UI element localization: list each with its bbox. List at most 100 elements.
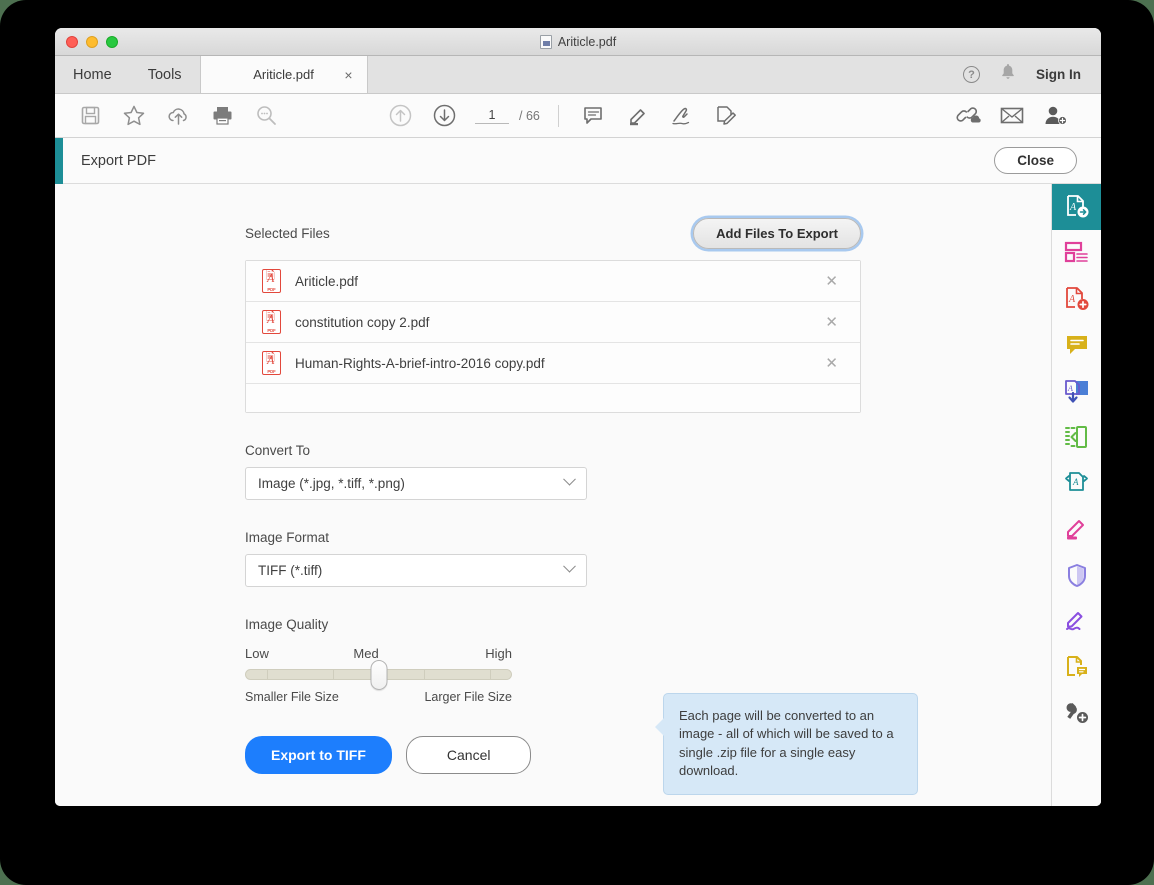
export-panel-body: Selected Files Add Files To Export A Ari… [55,184,1101,806]
window-title-group: Ariticle.pdf [55,28,1101,56]
maximize-window-button[interactable] [106,35,118,48]
pdf-file-icon: A [262,269,281,293]
panel-accent-bar [55,138,63,184]
compress-pdf-tool[interactable]: A [1052,460,1102,506]
table-row-empty [246,384,860,412]
arrow-down-circle-icon[interactable] [427,101,461,131]
remove-file-icon[interactable]: ✕ [825,315,838,330]
window-titlebar: Ariticle.pdf [55,28,1101,56]
sign-in-button[interactable]: Sign In [1036,67,1081,82]
help-icon[interactable]: ? [963,66,980,83]
selected-files-header: Selected Files Add Files To Export [245,217,861,249]
crop-pages-tool[interactable] [1052,414,1102,460]
edit-pdf-icon[interactable] [709,101,743,131]
arrow-up-circle-icon[interactable] [383,101,417,131]
page-total-label: / 66 [519,108,540,123]
pdf-file-icon: A [262,351,281,375]
export-panel-header: Export PDF Close [55,138,1101,184]
print-icon[interactable] [205,101,239,131]
bell-icon[interactable] [1000,63,1016,86]
close-icon[interactable]: × [344,68,352,82]
stamp-tool[interactable] [1052,644,1102,690]
tab-document-label: Ariticle.pdf [253,67,314,82]
zoom-search-icon[interactable] [249,101,283,131]
acrobat-window: Ariticle.pdf Home Tools Ariticle.pdf × ?… [55,28,1101,806]
add-person-icon[interactable] [1039,101,1073,131]
tab-strip: Home Tools Ariticle.pdf × ? Sign In [55,56,1101,94]
image-format-value: TIFF (*.tiff) [258,563,323,578]
slider-thumb[interactable] [370,659,387,690]
image-format-label: Image Format [245,530,330,545]
convert-to-value: Image (*.jpg, *.tiff, *.png) [258,476,405,491]
add-files-to-export-button[interactable]: Add Files To Export [693,217,861,249]
organize-pages-tool[interactable] [1052,230,1102,276]
svg-text:A: A [1068,294,1076,305]
convert-to-label: Convert To [245,443,311,458]
tab-document[interactable]: Ariticle.pdf × [199,56,368,93]
selected-files-list: A Ariticle.pdf ✕ A constitution copy 2.p… [245,260,861,413]
remove-file-icon[interactable]: ✕ [825,274,838,289]
file-name: constitution copy 2.pdf [295,314,430,330]
larger-file-size-label: Larger File Size [424,690,512,704]
window-title: Ariticle.pdf [557,35,617,49]
combine-files-tool[interactable]: A [1052,368,1102,414]
close-window-button[interactable] [66,35,78,48]
file-name: Human-Rights-A-brief-intro-2016 copy.pdf [295,355,545,371]
fill-sign-tool[interactable] [1052,598,1102,644]
quality-high-label: High [485,646,512,661]
svg-text:A: A [1072,477,1079,487]
smaller-file-size-label: Smaller File Size [245,690,339,704]
page-title: Export PDF [81,152,156,169]
chevron-down-icon [563,472,576,486]
sign-icon[interactable] [665,101,699,131]
save-icon[interactable] [73,101,107,131]
export-button[interactable]: Export to TIFF [245,736,392,774]
svg-text:A: A [1067,384,1073,393]
remove-file-icon[interactable]: ✕ [825,356,838,371]
chevron-down-icon [563,559,576,573]
slider-tick [267,670,269,679]
protect-tool[interactable] [1052,552,1102,598]
toolbar-divider [557,104,559,127]
table-row[interactable]: A Human-Rights-A-brief-intro-2016 copy.p… [246,343,860,384]
traffic-lights [66,35,118,48]
table-row[interactable]: A constitution copy 2.pdf ✕ [246,302,860,343]
toolbar-right-group [951,101,1083,131]
email-icon[interactable] [995,101,1029,131]
image-format-select[interactable]: TIFF (*.tiff) [245,554,587,587]
form-actions: Export to TIFF Cancel [245,736,1051,774]
highlight-icon[interactable] [621,101,655,131]
share-link-icon[interactable] [951,101,985,131]
info-tooltip: Each page will be converted to an image … [655,693,918,795]
comment-icon[interactable] [577,101,611,131]
more-tools[interactable] [1052,690,1102,736]
edit-pdf-tool[interactable] [1052,506,1102,552]
comment-tool[interactable] [1052,322,1102,368]
export-pdf-tool[interactable]: A [1051,184,1101,230]
tools-rail: A A A A [1051,184,1101,806]
slider-tick [489,670,491,679]
cloud-upload-icon[interactable] [161,101,195,131]
pdf-file-icon: A [262,310,281,334]
create-pdf-tool[interactable]: A [1052,276,1102,322]
slider-tick [423,670,425,679]
image-quality-slider[interactable] [245,659,512,690]
quality-low-label: Low [245,646,269,661]
svg-text:A: A [1069,202,1077,213]
convert-to-select[interactable]: Image (*.jpg, *.tiff, *.png) [245,467,587,500]
close-panel-button[interactable]: Close [994,147,1077,174]
cancel-button[interactable]: Cancel [405,736,532,774]
quality-med-label: Med [353,646,379,661]
export-form: Selected Files Add Files To Export A Ari… [55,184,1051,806]
table-row[interactable]: A Ariticle.pdf ✕ [246,261,860,302]
menu-home[interactable]: Home [55,56,130,93]
page-number-input[interactable]: 1 [475,108,509,124]
menu-tools[interactable]: Tools [130,56,200,93]
slider-footnotes: Smaller File Size Larger File Size [245,690,512,704]
selected-files-label: Selected Files [245,225,330,241]
minimize-window-button[interactable] [86,35,98,48]
main-toolbar: 1 / 66 [55,94,1101,138]
star-icon[interactable] [117,101,151,131]
image-quality-slider-group: Low Med High Smaller File Size Larger Fi… [245,646,512,704]
tabstrip-right-group: ? Sign In [963,56,1101,93]
